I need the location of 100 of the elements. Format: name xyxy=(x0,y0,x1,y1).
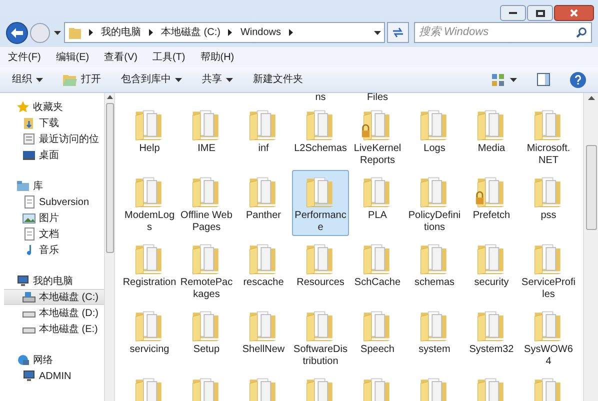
nav-item[interactable]: Subversion xyxy=(4,194,104,210)
folder-item[interactable]: RemotePackages xyxy=(178,237,235,303)
content-scrollbar[interactable] xyxy=(583,93,598,401)
folder-item[interactable]: Microsoft. NET xyxy=(520,103,577,169)
folder-item[interactable]: inf xyxy=(235,103,292,157)
menu-item[interactable]: 文件(F) xyxy=(8,50,41,64)
back-arrow-icon xyxy=(11,28,23,38)
close-button[interactable] xyxy=(554,5,594,21)
document-icon xyxy=(22,227,36,241)
nav-group-header[interactable]: 网络 xyxy=(4,352,104,368)
nav-item[interactable]: ADMIN xyxy=(4,368,104,384)
toolbar-button[interactable]: 新建文件夹 xyxy=(253,72,303,87)
nav-item[interactable]: 文档 xyxy=(4,226,104,242)
nav-group-header[interactable]: 我的电脑 xyxy=(4,273,104,289)
folder-item[interactable]: ServiceProfiles xyxy=(520,237,577,303)
nav-item[interactable]: 图片 xyxy=(4,210,104,226)
picture-icon xyxy=(22,211,36,225)
folder-item[interactable]: PolicyDefinitions xyxy=(406,170,463,236)
folder-label: ns xyxy=(314,93,327,103)
dropdown-button[interactable]: 包含到库中 xyxy=(121,72,182,87)
nav-item[interactable]: 本地磁盘 (C:) xyxy=(4,289,104,305)
help-icon xyxy=(575,74,581,84)
view-options-button[interactable] xyxy=(492,74,517,86)
back-button[interactable] xyxy=(6,22,28,44)
chevron-icon xyxy=(228,29,232,36)
folder-item[interactable]: SchCache xyxy=(349,237,406,291)
breadcrumb[interactable]: 我的电脑 xyxy=(101,25,141,40)
nav-item[interactable]: 桌面 xyxy=(4,147,104,163)
folder-item[interactable]: PLA xyxy=(349,170,406,224)
folder-item[interactable]: system xyxy=(406,304,463,358)
recent-places-icon xyxy=(22,132,36,146)
folder-item[interactable]: ShellNew xyxy=(235,304,292,358)
folder-item[interactable]: Logs xyxy=(406,103,463,157)
folder-item[interactable]: Offline Web Pages xyxy=(178,170,235,236)
scrollbar-thumb[interactable] xyxy=(106,103,114,253)
menu-item[interactable]: 工具(T) xyxy=(152,50,186,64)
chevron-icon xyxy=(289,29,294,36)
network-icon xyxy=(16,353,30,367)
folder-item[interactable]: IME xyxy=(178,103,235,157)
open-button[interactable]: 打开 xyxy=(63,72,101,87)
maximize-button[interactable] xyxy=(527,5,553,21)
folder-item[interactable]: L2Schemas xyxy=(292,103,349,157)
nav-group-header[interactable]: 收藏夹 xyxy=(4,99,104,115)
nav-item[interactable]: 本地磁盘 (D:) xyxy=(4,305,104,321)
folder-item[interactable]: pss xyxy=(520,170,577,224)
dropdown-button[interactable]: 组织 xyxy=(12,72,43,87)
nav-group-header[interactable]: 库 xyxy=(4,178,104,194)
desktop-icon xyxy=(22,148,36,162)
breadcrumb[interactable]: Windows xyxy=(240,25,282,40)
minimize-button[interactable] xyxy=(500,5,526,21)
folder-item[interactable]: servicing xyxy=(121,304,178,358)
folder-item[interactable]: Registration xyxy=(121,237,178,291)
menu-item[interactable]: 帮助(H) xyxy=(200,50,234,64)
chevron-icon xyxy=(89,29,93,36)
maximize-icon xyxy=(536,10,544,16)
search-field[interactable]: 搜索 Windows xyxy=(414,22,592,43)
breadcrumb[interactable]: 本地磁盘 (C:) xyxy=(161,25,220,40)
nav-item[interactable]: 本地磁盘 (E:) xyxy=(4,321,104,337)
folder-item[interactable]: Resources xyxy=(292,237,349,291)
menu-item[interactable]: 编辑(E) xyxy=(56,50,90,64)
chevron-icon xyxy=(149,29,153,36)
nav-item[interactable]: 音乐 xyxy=(4,242,104,258)
folder-item[interactable]: schemas xyxy=(406,237,463,291)
folder-item[interactable]: Speech xyxy=(349,304,406,358)
nav-item[interactable]: 下载 xyxy=(4,115,104,131)
dropdown-button[interactable]: 共享 xyxy=(202,72,233,87)
library-icon xyxy=(16,179,30,193)
nav-scrollbar[interactable] xyxy=(104,93,115,401)
caret-icon xyxy=(226,78,233,82)
search-input[interactable]: 搜索 Windows xyxy=(419,24,576,41)
system-drive-icon xyxy=(22,290,36,304)
folder-item[interactable]: rescache xyxy=(235,237,292,291)
folder-icon xyxy=(69,26,81,39)
document-icon xyxy=(22,195,36,209)
folder-item[interactable]: security xyxy=(463,237,520,291)
folder-item[interactable]: Panther xyxy=(235,170,292,224)
folder-label: Files xyxy=(366,93,390,103)
folder-item[interactable]: Help xyxy=(121,103,178,157)
preview-pane-button[interactable] xyxy=(537,73,550,86)
folder-item[interactable]: System32 xyxy=(463,304,520,358)
search-icon xyxy=(576,27,587,38)
computer-icon xyxy=(22,369,36,383)
menu-item[interactable]: 查看(V) xyxy=(104,50,138,64)
folder-item[interactable]: Performance xyxy=(292,170,349,236)
folder-item[interactable]: LiveKernel Reports xyxy=(349,103,406,169)
folder-item[interactable]: Setup xyxy=(178,304,235,358)
refresh-icon xyxy=(392,27,404,38)
download-folder-icon xyxy=(22,116,36,130)
minimize-icon xyxy=(509,12,517,14)
help-button[interactable] xyxy=(570,72,586,88)
folder-item[interactable]: ModemLogs xyxy=(121,170,178,236)
folder-item[interactable]: Media xyxy=(463,103,520,157)
view-grid-icon xyxy=(492,74,504,86)
nav-item[interactable]: 最近访问的位 xyxy=(4,131,104,147)
address-bar[interactable]: 我的电脑 本地磁盘 (C:) Windows xyxy=(64,22,385,43)
folder-item[interactable]: SoftwareDistribution xyxy=(292,304,349,370)
folder-item[interactable]: SysWOW64 xyxy=(520,304,577,370)
scrollbar-thumb[interactable] xyxy=(586,145,596,230)
refresh-button[interactable] xyxy=(387,22,409,43)
folder-item[interactable]: Prefetch xyxy=(463,170,520,224)
